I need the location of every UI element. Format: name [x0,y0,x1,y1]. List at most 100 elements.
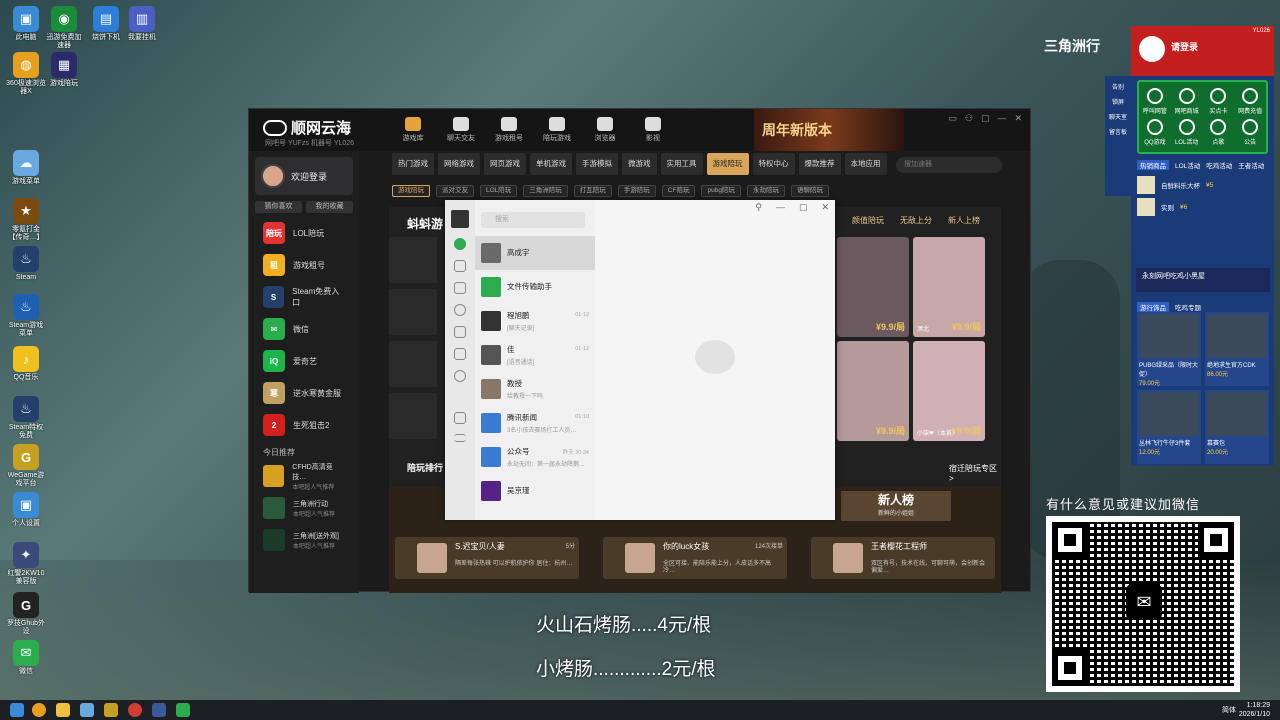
chrome-icon[interactable] [128,703,142,717]
window-control-icon[interactable]: ▭ [948,113,957,124]
sidebar-item[interactable]: 陪玩 LOL陪玩 [249,217,359,249]
product-item[interactable]: 实则 ¥6 [1137,196,1268,218]
topnav-item[interactable]: 浏览器 [586,115,624,143]
service-item[interactable]: 网吧商城 [1173,88,1201,115]
chat-item[interactable]: 程旭鹏 [聊天记录] 01:12 [475,304,595,338]
service-item[interactable]: LOL活动 [1173,119,1201,146]
desktop-icon[interactable]: ▦ 游戏陪玩 [44,52,84,88]
search-input[interactable]: 搜加速器 [896,157,1002,173]
contacts-icon[interactable] [454,260,466,272]
play-type-tab[interactable]: 新人上榜 [948,215,980,226]
input-language[interactable]: 简体 [1222,705,1236,715]
service-item[interactable]: QQ游戏 [1141,119,1169,146]
desktop-icon[interactable]: ▥ 我要挂机 [122,6,162,42]
side-menu-item[interactable]: 锁屏 [1105,97,1131,106]
companion-photo[interactable]: ¥9.9/局 [837,237,909,337]
wechat-control-icon[interactable]: ⚲ [755,202,762,213]
wechat-control-icon[interactable]: ▢ [799,202,808,213]
desktop-icon[interactable]: ★ 零氪打金【传奇…】 [6,198,46,242]
desktop-icon[interactable]: ▤ 烧饼下机 [86,6,126,42]
window-control-icon[interactable]: ✕ [1014,113,1022,124]
shop-tab[interactable]: 吃鸡专题 [1175,302,1201,312]
window-control-icon[interactable]: — [997,113,1006,124]
category-tab[interactable]: 特权中心 [752,153,795,175]
shop-item[interactable]: 慕赛包 20.00元 [1205,390,1269,464]
wechat-control-icon[interactable]: ✕ [821,202,829,213]
desktop-icon[interactable]: ♨ Steam游戏菜单 [6,294,46,338]
subcategory-tab[interactable]: 语聊陪玩 [790,185,829,197]
chat-item[interactable]: 教授 给教授一下吗 [475,372,595,406]
recommend-item[interactable]: 三角洲行动 本吧超人气推荐 [249,492,359,524]
category-tab[interactable]: 爆款推荐 [798,153,841,175]
settings-icon[interactable] [454,304,466,316]
sidebar-item[interactable]: 寒逆水寒黄金服 [249,377,359,409]
desktop-icon[interactable]: ✉ 微信 [6,640,46,676]
subcategory-tab[interactable]: pubg陪玩 [701,185,741,197]
service-item[interactable]: 呼叫网管 [1141,88,1169,115]
sidebar-sub-button[interactable]: 猜你喜欢 [255,201,302,213]
desktop-icon[interactable]: G 罗技Ghub外设 [6,592,46,636]
search-icon[interactable] [454,370,466,382]
desktop-icon[interactable]: ◍ 360极速浏览器X [6,52,46,96]
chat-item[interactable]: 公众号 永劫无间：第一届永劫降鹅… 昨天 20:34 [475,440,595,474]
browser-icon[interactable] [32,703,46,717]
anniversary-banner[interactable]: 周年新版本 [754,109,904,151]
miniprogram-icon[interactable] [454,326,466,338]
companion-photo[interactable]: ¥9.9/局 溟北 [913,237,985,337]
topnav-item[interactable]: 聊天交友 [442,115,480,143]
side-menu-item[interactable]: 留言板 [1105,127,1131,136]
desktop-icon[interactable]: ♪ QQ音乐 [6,346,46,382]
service-item[interactable]: 点歌 [1205,119,1233,146]
subcategory-tab[interactable]: 打瓦陪玩 [573,185,612,197]
chat-item[interactable]: 腾讯新闻 3名小孩去赛场打工人员… 01:10 [475,406,595,440]
recommend-item[interactable]: 三角洲[送外观] 本吧超人气推荐 [249,524,359,556]
sidebar-sub-button[interactable]: 我的收藏 [306,201,353,213]
desktop-icon[interactable]: ▣ 个人设置 [6,492,46,528]
subcategory-tab[interactable]: 派对交友 [436,185,474,197]
companion-photo[interactable]: ¥9.9/局 [837,341,909,441]
wechat-control-icon[interactable]: — [776,202,785,213]
window-control-icon[interactable]: ▢ [981,113,990,124]
chat-item[interactable]: 吴京瑾 [475,474,595,508]
menu-icon[interactable] [454,434,466,442]
subcategory-tab[interactable]: 永劫陪玩 [746,185,785,197]
subcategory-tab[interactable]: 三角洲陪玩 [523,185,568,197]
panel-tab[interactable]: 热销商品 [1137,160,1169,170]
recommend-item[interactable]: CFHD高清竞技… 本吧超人气推荐 [249,460,359,492]
sidebar-item[interactable]: 租游戏租号 [249,249,359,281]
game-tile-delta[interactable] [389,237,437,283]
desktop-icon[interactable]: ▣ 此电脑 [6,6,46,42]
category-tab[interactable]: 网络游戏 [438,153,480,175]
desktop-icon[interactable]: ✦ 红警2KW10兼容版 [6,542,46,586]
wegame-icon[interactable] [104,703,118,717]
phone-icon[interactable] [454,412,466,424]
topnav-item[interactable]: 游戏租号 [490,115,528,143]
rank-card[interactable]: 你的luck女孩 全区可接、能陪乐能上分，人皮话多不高冷… 124次接单 [603,537,787,579]
play-type-tab[interactable]: 无敌上分 [900,215,932,226]
panel-login-text[interactable]: 请登录 [1171,40,1198,53]
category-tab[interactable]: 手游模拟 [576,153,618,175]
game-tile-naraka[interactable] [389,289,437,335]
category-tab[interactable]: 微游戏 [622,153,657,175]
subcategory-tab[interactable]: 手游陪玩 [617,185,656,197]
service-item[interactable]: 买点卡 [1205,88,1233,115]
sidebar-item[interactable]: ✉ 微信 [249,313,359,345]
rank-card[interactable]: 王者樱花工程师 双区有号，技术在线，可聊可萌，会创新会偏爱… [811,537,995,579]
chat-item[interactable]: 佳 [语音通话] 01:12 [475,338,595,372]
subcategory-tab[interactable]: LOL陪玩 [480,185,518,197]
sidebar-item[interactable]: S Steam免费入口 [249,281,359,313]
category-tab[interactable]: 游戏陪玩 [706,153,749,175]
shop-item[interactable]: PUBG绿采品（限时大促） 79.00元 [1137,312,1201,387]
chat-icon[interactable] [454,238,466,250]
sidebar-item[interactable]: iQ 爱奇艺 [249,345,359,377]
game-tile-valorant[interactable] [389,341,437,387]
clock[interactable]: 1:18:29 2026/1/10 [1239,701,1270,719]
product-item[interactable]: 自鲜料乐大杯 ¥5 [1137,174,1268,196]
topnav-item[interactable]: 影视 [634,115,672,143]
search-tool-icon[interactable] [152,703,166,717]
folder-icon[interactable] [56,703,70,717]
chat-item[interactable]: 高成宇 [475,236,595,270]
avatar[interactable] [451,210,469,228]
side-menu-item[interactable]: 告别 [1105,82,1131,91]
desktop-icon[interactable]: G WeGame游戏平台 [6,444,46,488]
